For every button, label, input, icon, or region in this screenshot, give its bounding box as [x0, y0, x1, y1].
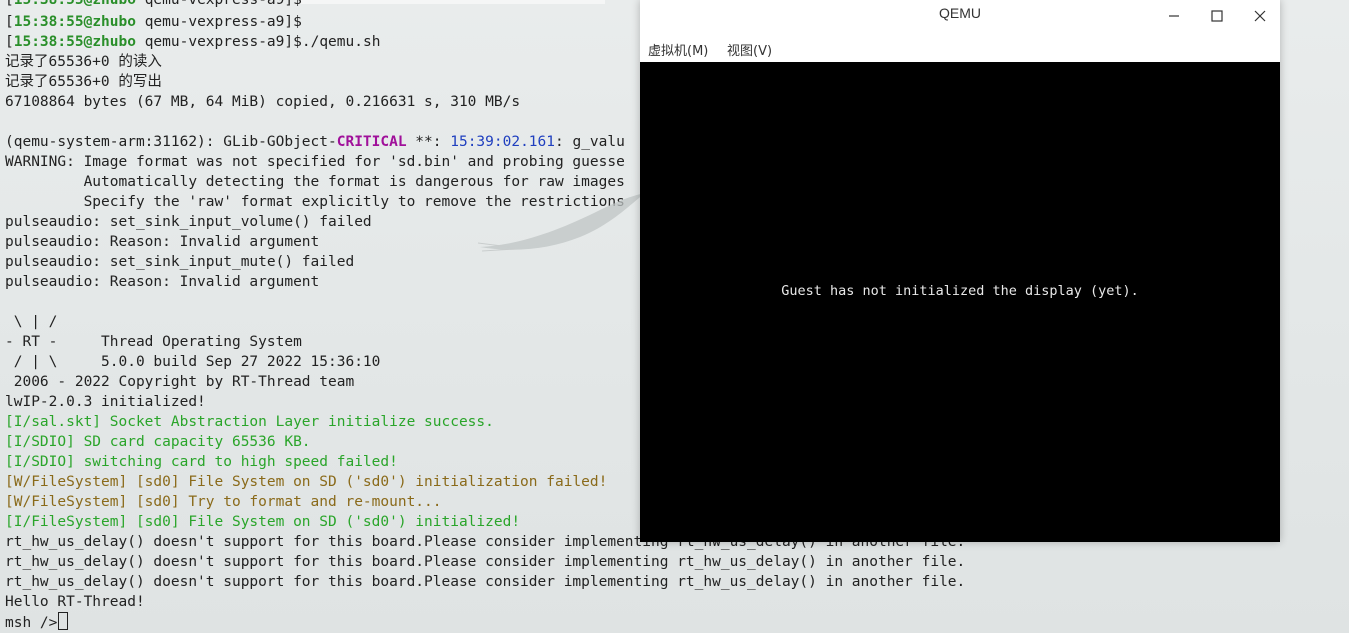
output-line: pulseaudio: set_sink_input_volume() fail… — [5, 214, 372, 230]
close-button[interactable] — [1246, 4, 1274, 28]
text-cursor — [58, 612, 69, 630]
minimize-icon — [1169, 15, 1179, 17]
output-line: lwIP-2.0.3 initialized! — [5, 394, 206, 410]
rt-logo-line: - RT - Thread Operating System — [5, 334, 302, 350]
maximize-button[interactable] — [1203, 4, 1231, 28]
output-line: 67108864 bytes (67 MB, 64 MiB) copied, 0… — [5, 94, 521, 110]
output-line: 记录了65536+0 的写出 — [5, 74, 162, 90]
log-info-line: [I/sal.skt] Socket Abstraction Layer ini… — [5, 414, 494, 430]
qemu-window[interactable]: QEMU 虚拟机(M) 视图(V) Guest has not initiali… — [640, 0, 1280, 542]
rt-logo-line: / | \ 5.0.0 build Sep 27 2022 15:36:10 — [5, 354, 381, 370]
rt-logo-line: \ | / — [5, 314, 58, 330]
guest-display[interactable]: Guest has not initialized the display (y… — [640, 62, 1280, 542]
output-line: pulseaudio: Reason: Invalid argument — [5, 234, 320, 250]
output-line: pulseaudio: set_sink_input_mute() failed — [5, 254, 355, 270]
minimize-button[interactable] — [1160, 4, 1188, 28]
log-warning-line: [W/FileSystem] [sd0] File System on SD (… — [5, 474, 608, 490]
output-line: WARNING: Image format was not specified … — [5, 154, 625, 170]
shell-prompt-line[interactable]: msh /> — [5, 612, 69, 632]
prompt-line: [15:38:55@zhubo qemu-vexpress-a9]$ — [5, 0, 302, 8]
menu-view[interactable]: 视图(V) — [727, 40, 772, 59]
output-line: pulseaudio: Reason: Invalid argument — [5, 274, 320, 290]
guest-display-message: Guest has not initialized the display (y… — [781, 283, 1139, 299]
qemu-titlebar[interactable]: QEMU — [640, 0, 1280, 34]
output-line: Hello RT-Thread! — [5, 594, 145, 610]
wallpaper-feather-icon — [477, 193, 645, 252]
qemu-menubar: 虚拟机(M) 视图(V) — [640, 34, 1280, 62]
close-icon — [1254, 10, 1266, 22]
output-line: 记录了65536+0 的读入 — [5, 54, 162, 70]
terminal-top-strip — [300, 0, 605, 4]
log-warning-line: [W/FileSystem] [sd0] Try to format and r… — [5, 494, 442, 510]
log-info-line: [I/SDIO] SD card capacity 65536 KB. — [5, 434, 311, 450]
menu-machine[interactable]: 虚拟机(M) — [648, 40, 708, 59]
output-line: rt_hw_us_delay() doesn't support for thi… — [5, 554, 966, 570]
prompt-line-command: [15:38:55@zhubo qemu-vexpress-a9]$./qemu… — [5, 34, 381, 50]
prompt-line: [15:38:55@zhubo qemu-vexpress-a9]$ — [5, 14, 302, 30]
log-info-line: [I/FileSystem] [sd0] File System on SD (… — [5, 514, 521, 530]
glib-critical-line: (qemu-system-arm:31162): GLib-GObject-CR… — [5, 134, 625, 150]
log-info-line: [I/SDIO] switching card to high speed fa… — [5, 454, 398, 470]
output-line: rt_hw_us_delay() doesn't support for thi… — [5, 574, 966, 590]
maximize-icon — [1211, 10, 1223, 22]
rt-logo-line: 2006 - 2022 Copyright by RT-Thread team — [5, 374, 355, 390]
